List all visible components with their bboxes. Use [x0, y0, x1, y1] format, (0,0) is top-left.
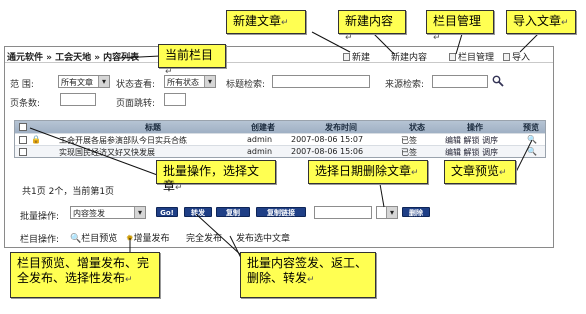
table-header: 标题 创建者 发布时间 状态 操作 预览: [15, 121, 545, 133]
table-row: 实现国民经济又好又快发展 admin 2007-08-06 15:06 已签 编…: [15, 145, 545, 157]
incremental-publish-link[interactable]: ✹增量发布: [126, 231, 170, 244]
new-link[interactable]: 新建: [343, 50, 370, 63]
column-ops-label: 栏目操作:: [20, 235, 60, 245]
row-status: 已签: [401, 148, 417, 157]
callout-import-article: 导入文章↵: [506, 10, 576, 34]
title-search-label: 标题检索:: [226, 80, 266, 90]
page-size-input[interactable]: [60, 93, 96, 106]
magnifier-icon[interactable]: 🔍: [527, 135, 537, 144]
callout-new-article: 新建文章↵: [226, 10, 306, 34]
callout-date-delete: 选择日期删除文章↵: [308, 160, 428, 184]
callout-batch-select: 批量操作，选择文章↵: [156, 160, 276, 193]
copy-link-button[interactable]: 复制链接: [256, 207, 306, 217]
breadcrumb-bar: 通元软件 » 工会天地 » 内容列表 新建 新建内容 栏目管理 导入: [5, 47, 553, 63]
breadcrumb: 通元软件 » 工会天地 » 内容列表: [7, 53, 140, 63]
magnifier-icon: 🔍: [70, 234, 82, 244]
column-mgmt-link[interactable]: 栏目管理: [449, 50, 494, 63]
copy-button[interactable]: 复制: [216, 207, 250, 217]
callout-batch-content: 批量内容签发、返工、删除、转发↵: [240, 252, 376, 298]
document-icon: [343, 53, 350, 61]
import-link[interactable]: 导入: [503, 50, 530, 63]
source-search-label: 来源检索:: [385, 80, 425, 90]
article-table: 标题 创建者 发布时间 状态 操作 预览 🔒 工会开展各届参演部队今日实兵合练 …: [14, 120, 546, 158]
search-icon[interactable]: [492, 75, 504, 87]
callout-column-ops: 栏目预览、增量发布、完全发布、选择性发布↵: [10, 252, 160, 298]
row-time: 2007-08-06 15:07: [291, 135, 364, 144]
col-preview: 预览: [523, 123, 539, 132]
page-jump-input[interactable]: [164, 93, 186, 106]
source-search-input[interactable]: [432, 75, 488, 88]
col-time: 发布时间: [325, 123, 357, 132]
row-time: 2007-08-06 15:06: [291, 147, 364, 156]
row-checkbox[interactable]: [19, 148, 27, 156]
folder-icon: [449, 53, 456, 61]
delete-date-input[interactable]: [314, 206, 372, 219]
pagination-info: 共1页 2个，当前第1页: [22, 187, 115, 197]
scope-label: 范 围:: [10, 80, 34, 90]
table-row: 🔒 工会开展各届参演部队今日实兵合练 admin 2007-08-06 15:0…: [15, 133, 545, 145]
batch-action-select[interactable]: 内容签发: [70, 206, 146, 219]
magnifier-icon[interactable]: 🔍: [527, 147, 537, 156]
callout-current-column: 当前栏目↵: [158, 44, 226, 77]
status-label: 状态查看:: [116, 80, 156, 90]
full-publish-link[interactable]: 完全发布: [186, 231, 222, 244]
callout-new-content: 新建内容↵: [338, 10, 406, 43]
forward-button[interactable]: 转发: [184, 207, 212, 217]
row-ops[interactable]: 编辑 解锁 调序: [445, 147, 498, 158]
scope-select[interactable]: 所有文章: [58, 75, 110, 88]
import-icon: [503, 53, 510, 61]
lock-icon: 🔒: [31, 135, 41, 144]
title-search-input[interactable]: [272, 75, 370, 88]
col-creator: 创建者: [251, 123, 275, 132]
batch-label: 批量操作:: [20, 212, 60, 222]
page-jump-label: 页面跳转:: [116, 99, 156, 109]
select-all-checkbox[interactable]: [19, 123, 27, 131]
delete-button[interactable]: 删除: [402, 207, 430, 217]
col-ops: 操作: [467, 123, 483, 132]
col-title: 标题: [145, 123, 161, 132]
new-content-link[interactable]: 新建内容: [391, 50, 427, 63]
gear-icon: ✹: [126, 234, 134, 244]
date-picker-dropdown[interactable]: [376, 206, 398, 219]
row-creator: admin: [247, 135, 273, 144]
row-creator: admin: [247, 147, 273, 156]
col-status: 状态: [409, 123, 425, 132]
row-checkbox[interactable]: [19, 136, 27, 144]
go-button[interactable]: Go!: [156, 207, 178, 217]
column-preview-link[interactable]: 🔍栏目预览: [70, 231, 117, 244]
row-title[interactable]: 实现国民经济又好又快发展: [59, 147, 155, 158]
page-size-label: 页条数:: [10, 99, 41, 109]
callout-column-mgmt: 栏目管理↵: [426, 10, 494, 43]
selected-publish-link[interactable]: 发布选中文章: [236, 231, 290, 244]
callout-article-preview: 文章预览↵: [444, 160, 516, 184]
